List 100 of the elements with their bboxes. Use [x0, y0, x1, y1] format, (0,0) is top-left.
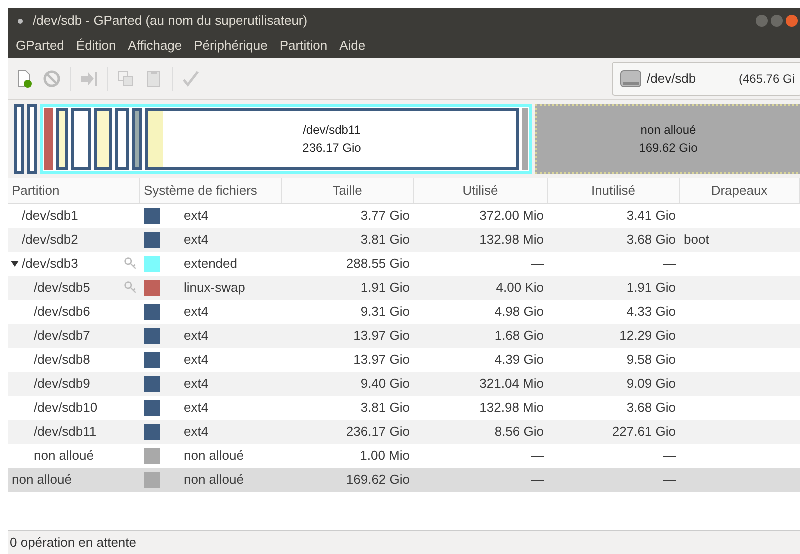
table-cell: —: [663, 472, 676, 488]
partition-size: 236.17 Gio: [302, 140, 362, 157]
table-cell: 3.81 Gio: [360, 232, 410, 248]
table-cell-text: /dev/sdb7: [34, 327, 90, 346]
table-cell-text: extended: [184, 255, 238, 274]
table-cell-text: ext4: [184, 399, 209, 418]
table-cell: 372.00 Mio: [480, 208, 544, 224]
disk-segment: [14, 104, 24, 174]
table-cell-text: non alloué: [184, 447, 244, 466]
table-cell: —: [663, 448, 676, 464]
table-cell-text: non alloué: [184, 471, 244, 490]
disk-segment: [522, 108, 528, 170]
menu-item[interactable]: Aide: [340, 36, 366, 56]
table-cell: 9.31 Gio: [360, 304, 410, 320]
column-header[interactable]: Système de fichiers: [140, 178, 282, 203]
table-cell-text: non alloué: [12, 471, 72, 490]
disk-segment: [27, 104, 37, 174]
column-header[interactable]: Partition: [8, 178, 140, 203]
table-cell: 12.29 Gio: [620, 328, 676, 344]
table-cell-text: ext4: [184, 207, 209, 226]
table-cell-text: ext4: [184, 375, 209, 394]
table-cell: 4.39 Gio: [494, 352, 544, 368]
menu-item[interactable]: Affichage: [128, 36, 182, 56]
unallocated-label: non alloué: [640, 122, 696, 139]
partition-row[interactable]: /dev/sdb11 ext4 236.17 Gio 8.56 Gio 227.61 Gio: [8, 420, 800, 444]
table-cell-text: /dev/sdb10: [34, 399, 98, 418]
table-cell: —: [663, 256, 676, 272]
table-cell: 1.91 Gio: [626, 280, 676, 296]
disk-segment: [115, 108, 129, 170]
partition-label: /dev/sdb11: [303, 122, 361, 139]
table-cell-text: non alloué: [34, 447, 94, 466]
table-cell: 227.61 Gio: [612, 424, 676, 440]
disk-segment: [71, 108, 91, 170]
minimize-button[interactable]: [756, 15, 768, 27]
disk-segment: [94, 108, 112, 170]
menu-item[interactable]: Édition: [76, 36, 116, 56]
table-cell: 288.55 Gio: [346, 256, 410, 272]
column-header[interactable]: Utilisé: [414, 178, 548, 203]
table-cell: 9.58 Gio: [626, 352, 676, 368]
table-cell: 13.97 Gio: [354, 328, 410, 344]
menu-item[interactable]: Partition: [280, 36, 328, 56]
table-cell: 9.09 Gio: [626, 376, 676, 392]
expander-icon[interactable]: [11, 260, 19, 268]
column-header[interactable]: Taille: [282, 178, 414, 203]
partition-row[interactable]: non alloué non alloué 169.62 Gio — —: [8, 468, 800, 492]
menu-item[interactable]: GParted: [16, 36, 64, 56]
table-cell: 4.98 Gio: [494, 304, 544, 320]
table-cell-text: /dev/sdb9: [34, 375, 90, 394]
table-cell: 3.41 Gio: [626, 208, 676, 224]
table-cell: 132.98 Mio: [480, 400, 544, 416]
table-cell: 1.00 Mio: [360, 448, 410, 464]
table-cell: —: [531, 256, 544, 272]
table-cell-text: /dev/sdb3: [22, 255, 78, 274]
table-cell: 4.00 Kio: [496, 280, 544, 296]
column-header[interactable]: Drapeaux: [680, 178, 800, 203]
table-cell-text: ext4: [184, 231, 209, 250]
table-cell: 3.77 Gio: [360, 208, 410, 224]
table-cell: 9.40 Gio: [360, 376, 410, 392]
menu-item[interactable]: Périphérique: [194, 36, 268, 56]
unallocated-size: 169.62 Gio: [639, 140, 698, 157]
table-cell: 13.97 Gio: [354, 352, 410, 368]
table-cell-text: /dev/sdb8: [34, 351, 90, 370]
device-selector[interactable]: /dev/sdb (465.76 Gi: [612, 62, 800, 96]
table-cell: 1.68 Gio: [494, 328, 544, 344]
partition-row[interactable]: /dev/sdb5 linux-swap 1.91 Gio 4.00 Kio 1.91 Gio: [8, 276, 800, 300]
table-cell: —: [531, 448, 544, 464]
partition-row[interactable]: /dev/sdb9 ext4 9.40 Gio 321.04 Mio 9.09 Gio: [8, 372, 800, 396]
table-cell: boot: [684, 232, 710, 248]
table-cell: 3.68 Gio: [626, 400, 676, 416]
device-size: (465.76 Gi: [738, 70, 795, 88]
table-cell-text: /dev/sdb6: [34, 303, 90, 322]
status-text: 0 opération en attente: [10, 534, 136, 552]
table-cell: 321.04 Mio: [480, 376, 544, 392]
window-menu-icon[interactable]: [18, 18, 23, 24]
maximize-button[interactable]: [771, 15, 783, 27]
column-header[interactable]: Inutilisé: [548, 178, 680, 203]
partition-row[interactable]: /dev/sdb7 ext4 13.97 Gio 1.68 Gio 12.29 Gio: [8, 324, 800, 348]
table-cell-text: ext4: [184, 303, 209, 322]
table-cell: 3.81 Gio: [360, 400, 410, 416]
table-cell: 8.56 Gio: [494, 424, 544, 440]
disk-segment: [132, 108, 142, 170]
table-cell: 4.33 Gio: [626, 304, 676, 320]
table-cell: 132.98 Mio: [480, 232, 544, 248]
window-title: /dev/sdb - GParted (au nom du superutilisateur): [33, 12, 308, 30]
table-cell-text: /dev/sdb1: [22, 207, 78, 226]
table-cell: —: [531, 472, 544, 488]
partition-row[interactable]: /dev/sdb2 ext4 3.81 Gio 132.98 Mio 3.68 Gio boot: [8, 228, 800, 252]
disk-segment: [56, 108, 68, 170]
table-cell: 169.62 Gio: [346, 472, 410, 488]
disk-segment: [44, 108, 53, 170]
table-cell: 3.68 Gio: [626, 232, 676, 248]
table-cell-text: /dev/sdb2: [22, 231, 78, 250]
table-cell-text: ext4: [184, 423, 209, 442]
table-cell: 236.17 Gio: [346, 424, 410, 440]
table-cell-text: ext4: [184, 327, 209, 346]
table-cell: 1.91 Gio: [360, 280, 410, 296]
device-name: /dev/sdb: [647, 70, 696, 88]
table-cell-text: ext4: [184, 351, 209, 370]
table-cell-text: /dev/sdb5: [34, 279, 90, 298]
close-button[interactable]: [786, 15, 798, 27]
